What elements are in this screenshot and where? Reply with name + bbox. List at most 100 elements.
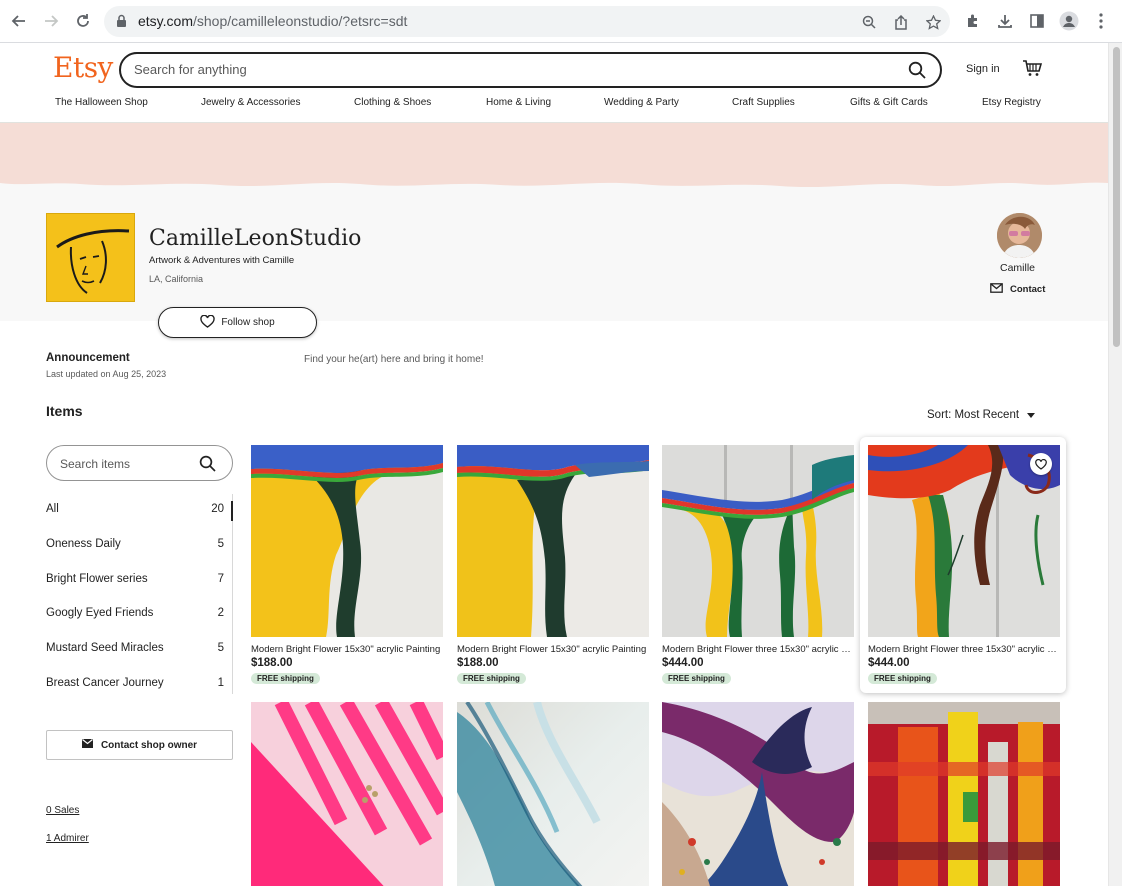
follow-shop-button[interactable]: Follow shop [158,307,317,338]
url-text: etsy.com/shop/camilleleonstudio/?etsrc=s… [138,13,408,29]
nav-wedding-party[interactable]: Wedding & Party [604,97,679,108]
announcement-title: Announcement [46,352,130,364]
envelope-icon [990,283,1003,296]
items-heading: Items [46,403,83,419]
shop-location: LA, California [149,274,204,284]
section-label: All [46,503,59,515]
nav-gifts-gift-cards[interactable]: Gifts & Gift Cards [850,97,928,108]
shop-name: CamilleLeonStudio [149,226,362,251]
etsy-logo[interactable]: Etsy [53,51,113,84]
caret-down-icon [1027,409,1036,421]
lock-icon [116,14,127,33]
listing-image[interactable] [251,702,443,886]
free-shipping-badge: FREE shipping [868,673,937,684]
section-count: 5 [217,642,224,654]
listing-title[interactable]: Modern Bright Flower 15x30" acrylic Pain… [251,644,443,655]
owner-avatar[interactable] [997,213,1042,258]
section-count: 2 [217,607,224,619]
forward-icon[interactable] [40,10,62,32]
favorite-heart-icon[interactable] [1030,453,1052,475]
owner-name[interactable]: Camille [1000,262,1035,274]
zoom-icon[interactable] [860,13,878,31]
free-shipping-badge: FREE shipping [251,673,320,684]
sort-dropdown[interactable]: Sort: Most Recent [927,409,1036,421]
listing-price: $444.00 [868,657,910,669]
category-nav: The Halloween Shop Jewelry & Accessories… [0,97,1108,122]
heart-icon [200,314,216,331]
browser-toolbar: etsy.com/shop/camilleleonstudio/?etsrc=s… [0,0,1122,43]
search-icon[interactable] [199,455,216,477]
side-panel-icon[interactable] [1027,11,1047,31]
contact-shop-owner-label: Contact shop owner [100,739,198,751]
sign-in-link[interactable]: Sign in [966,63,1000,75]
listing-image[interactable] [868,702,1060,886]
nav-jewelry-accessories[interactable]: Jewelry & Accessories [201,97,300,108]
reload-icon[interactable] [72,10,94,32]
active-section-indicator [231,501,233,521]
nav-halloween-shop[interactable]: The Halloween Shop [55,97,148,108]
announcement-updated: Last updated on Aug 25, 2023 [46,369,167,379]
listing-image[interactable] [251,445,443,637]
section-label: Googly Eyed Friends [46,607,154,619]
section-item-bright-flower-series[interactable]: Bright Flower series 7 [46,570,224,590]
nav-home-living[interactable]: Home & Living [486,97,551,108]
section-rail [232,494,233,694]
cart-icon[interactable] [1022,59,1043,82]
extensions-icon[interactable] [963,11,983,31]
etsy-page: Etsy Search for anything Sign in The Hal… [0,43,1108,886]
section-label: Oneness Daily [46,538,121,550]
section-count: 5 [217,538,224,550]
listing-price: $188.00 [457,657,499,669]
admirers-link[interactable]: 1 Admirer [46,833,89,844]
shop-banner [0,123,1108,321]
profile-icon[interactable] [1059,11,1079,31]
bookmark-star-icon[interactable] [924,13,942,31]
sales-link[interactable]: 0 Sales [46,805,79,816]
menu-dots-icon[interactable] [1091,11,1111,31]
address-bar[interactable]: etsy.com/shop/camilleleonstudio/?etsrc=s… [104,6,950,37]
listing-image[interactable] [662,445,854,637]
listing-image[interactable] [457,702,649,886]
nav-etsy-registry[interactable]: Etsy Registry [982,97,1041,108]
section-item-oneness-daily[interactable]: Oneness Daily 5 [46,535,224,555]
scrollbar-thumb[interactable] [1113,47,1120,347]
item-search-placeholder: Search items [60,457,131,471]
back-icon[interactable] [8,10,30,32]
listing-image[interactable] [457,445,649,637]
sort-label: Sort: Most Recent [927,409,1020,421]
listing-price: $444.00 [662,657,704,669]
contact-link[interactable]: Contact [990,283,1045,296]
item-search-input[interactable]: Search items [46,445,233,481]
listing-title[interactable]: Modern Bright Flower 15x30" acrylic Pain… [457,644,649,655]
section-label: Breast Cancer Journey [46,677,164,689]
section-item-mustard-seed-miracles[interactable]: Mustard Seed Miracles 5 [46,639,224,659]
section-item-breast-cancer-journey[interactable]: Breast Cancer Journey 1 [46,674,224,694]
listing-price: $188.00 [251,657,293,669]
free-shipping-badge: FREE shipping [662,673,731,684]
free-shipping-badge: FREE shipping [457,673,526,684]
section-item-all[interactable]: All 20 [46,500,224,520]
section-item-googly-eyed-friends[interactable]: Googly Eyed Friends 2 [46,604,224,624]
follow-shop-label: Follow shop [221,317,275,328]
section-label: Bright Flower series [46,573,148,585]
search-icon[interactable] [908,61,926,84]
shop-avatar [46,213,135,302]
share-icon[interactable] [892,13,910,31]
section-count: 7 [217,573,224,585]
envelope-icon [81,739,93,751]
nav-clothing-shoes[interactable]: Clothing & Shoes [354,97,431,108]
listing-image[interactable] [662,702,854,886]
page-scrollbar[interactable] [1108,43,1122,886]
contact-label: Contact [1010,284,1046,295]
section-count: 1 [217,677,224,689]
contact-shop-owner-button[interactable]: Contact shop owner [46,730,233,760]
listing-title[interactable]: Modern Bright Flower three 15x30" acryli… [868,644,1060,655]
section-label: Mustard Seed Miracles [46,642,164,654]
nav-craft-supplies[interactable]: Craft Supplies [732,97,795,108]
shop-tagline: Artwork & Adventures with Camille [149,255,295,266]
site-search-input[interactable]: Search for anything [119,52,942,88]
listing-image[interactable] [868,445,1060,637]
download-icon[interactable] [995,11,1015,31]
section-count: 20 [211,503,224,515]
listing-title[interactable]: Modern Bright Flower three 15x30" acryli… [662,644,854,655]
